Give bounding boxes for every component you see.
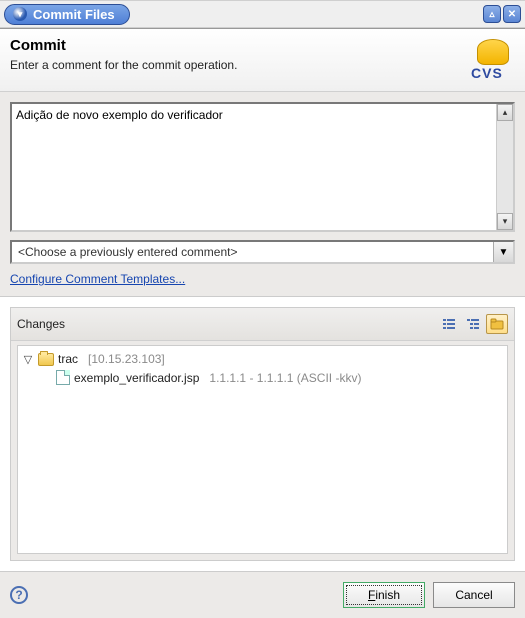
folder-icon <box>38 353 54 366</box>
comment-scrollbar[interactable]: ▴ ▾ <box>496 104 513 230</box>
dropdown-arrow-icon[interactable]: ▼ <box>493 242 513 262</box>
flat-layout-button[interactable] <box>438 314 460 334</box>
cvs-icon: CVS <box>471 37 515 81</box>
commit-files-dialog: ▾ Commit Files ▵ ✕ Commit Enter a commen… <box>0 0 525 618</box>
previous-comment-dropdown[interactable]: <Choose a previously entered comment> ▼ <box>10 240 515 264</box>
tree-layout-button[interactable] <box>462 314 484 334</box>
titlebar: ▾ Commit Files ▵ ✕ <box>0 0 525 28</box>
minimize-button[interactable]: ▵ <box>483 5 501 23</box>
changes-section: Changes ▽ trac [10.15.23.103] <box>10 307 515 561</box>
configure-templates-link[interactable]: Configure Comment Templates... <box>10 272 185 286</box>
tree-file-name: exemplo_verificador.jsp <box>74 371 199 385</box>
changes-tree[interactable]: ▽ trac [10.15.23.103] exemplo_verificado… <box>17 345 508 554</box>
flat-list-icon <box>442 318 456 330</box>
tree-root-location: [10.15.23.103] <box>88 352 165 366</box>
tree-icon <box>466 318 480 330</box>
commit-comment-input[interactable] <box>12 104 496 230</box>
scroll-down-button[interactable]: ▾ <box>497 213 513 230</box>
folder-icon <box>490 318 504 330</box>
page-title: Commit <box>10 37 463 54</box>
changes-title: Changes <box>17 317 436 331</box>
dialog-footer: ? Finish Cancel <box>0 571 525 618</box>
tree-root-row[interactable]: ▽ trac [10.15.23.103] <box>22 350 503 368</box>
dialog-header: Commit Enter a comment for the commit op… <box>0 29 525 92</box>
window-title-chip: ▾ Commit Files <box>4 4 130 25</box>
close-button[interactable]: ✕ <box>503 5 521 23</box>
finish-button[interactable]: Finish <box>343 582 425 608</box>
page-subtitle: Enter a comment for the commit operation… <box>10 58 463 72</box>
window-menu-icon[interactable]: ▾ <box>13 7 27 21</box>
scroll-track[interactable] <box>497 121 513 213</box>
dialog-content: Commit Enter a comment for the commit op… <box>0 28 525 618</box>
window-title: Commit Files <box>33 7 115 22</box>
tree-expand-toggle[interactable]: ▽ <box>22 353 34 366</box>
comment-section: ▴ ▾ <Choose a previously entered comment… <box>0 92 525 297</box>
tree-file-row[interactable]: exemplo_verificador.jsp 1.1.1.1 - 1.1.1.… <box>22 368 503 387</box>
help-button[interactable]: ? <box>10 586 28 604</box>
tree-file-rev: 1.1.1.1 - 1.1.1.1 (ASCII -kkv) <box>209 371 361 385</box>
tree-root-name: trac <box>58 352 78 366</box>
changes-header: Changes <box>11 308 514 341</box>
compressed-layout-button[interactable] <box>486 314 508 334</box>
comment-textarea-wrap: ▴ ▾ <box>10 102 515 232</box>
previous-comment-value: <Choose a previously entered comment> <box>12 245 493 259</box>
file-icon <box>56 370 70 385</box>
cancel-button[interactable]: Cancel <box>433 582 515 608</box>
scroll-up-button[interactable]: ▴ <box>497 104 513 121</box>
